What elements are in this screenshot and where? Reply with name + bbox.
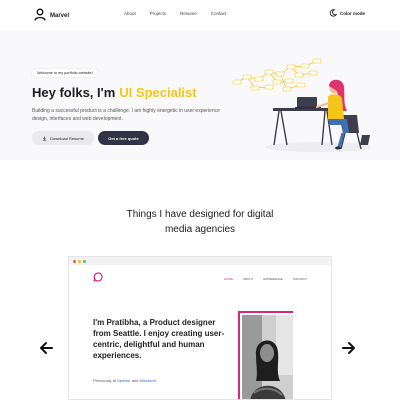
nav-resume[interactable]: Resume <box>180 11 197 16</box>
showcase-title-line-1: Things I have designed for digital <box>126 209 274 220</box>
nav-contact[interactable]: Contact <box>211 11 227 16</box>
showcase-title: Things I have designed for digital media… <box>0 207 400 237</box>
hero-illustration <box>232 58 370 152</box>
download-resume-button[interactable]: Download Resume <box>32 131 94 145</box>
preview-nav-contact[interactable]: CONTACT <box>293 277 307 281</box>
hero-title-text: Hey folks, I'm <box>32 85 116 100</box>
showcase-title-line-2: media agencies <box>164 224 236 235</box>
main-nav: About Projects Resume Contact <box>124 11 240 16</box>
window-dot-maximize <box>83 259 86 263</box>
arrow-right-icon[interactable] <box>341 340 357 356</box>
nav-projects[interactable]: Projects <box>150 11 166 16</box>
window-dot-minimize <box>78 259 81 263</box>
previously-text: Previously at <box>93 378 116 383</box>
preview-nav-experience[interactable]: EXPERIENCE <box>263 277 282 281</box>
color-mode-toggle[interactable]: Color mode <box>329 9 365 17</box>
hero-description: Building a successful product is a chall… <box>32 108 220 122</box>
brand[interactable]: Marvel <box>34 8 69 21</box>
free-quote-button[interactable]: Get a free quote <box>98 131 149 145</box>
nav-about[interactable]: About <box>124 11 136 16</box>
company-link-sprinklr[interactable]: Sprinklr <box>117 378 131 383</box>
download-icon <box>42 135 47 141</box>
and-text: and <box>131 378 139 383</box>
speech-bubble-logo-icon <box>93 272 103 282</box>
project-preview-window[interactable]: HOME ABOUT EXPERIENCE CONTACT I'm Pratib… <box>68 256 332 400</box>
preview-heading: I'm Pratibha, a Product designer from Se… <box>93 318 225 360</box>
hero-title: Hey folks, I'm UI Specialist <box>32 85 197 100</box>
company-link-microsoft[interactable]: Microsoft <box>140 378 156 383</box>
window-dot-close <box>73 259 76 263</box>
user-outline-icon <box>34 8 46 21</box>
welcome-badge: Welcome to my portfolio website! <box>32 69 98 77</box>
preview-previously: Previously at Sprinklr and Microsoft <box>93 378 156 383</box>
preview-nav: HOME ABOUT EXPERIENCE CONTACT <box>224 277 317 281</box>
browser-title-bar <box>69 257 331 265</box>
portrait-photo <box>242 315 293 399</box>
arrow-left-icon[interactable] <box>38 340 54 356</box>
brand-name: Marvel <box>50 13 70 19</box>
preview-nav-about[interactable]: ABOUT <box>243 277 253 281</box>
preview-nav-home[interactable]: HOME <box>224 277 233 281</box>
hero-title-accent: UI Specialist <box>119 85 197 100</box>
moon-icon <box>329 9 337 17</box>
color-mode-label: Color mode <box>339 10 365 16</box>
download-resume-label: Download Resume <box>50 135 84 141</box>
site-header: Marvel About Projects Resume Contact Col… <box>0 0 400 30</box>
